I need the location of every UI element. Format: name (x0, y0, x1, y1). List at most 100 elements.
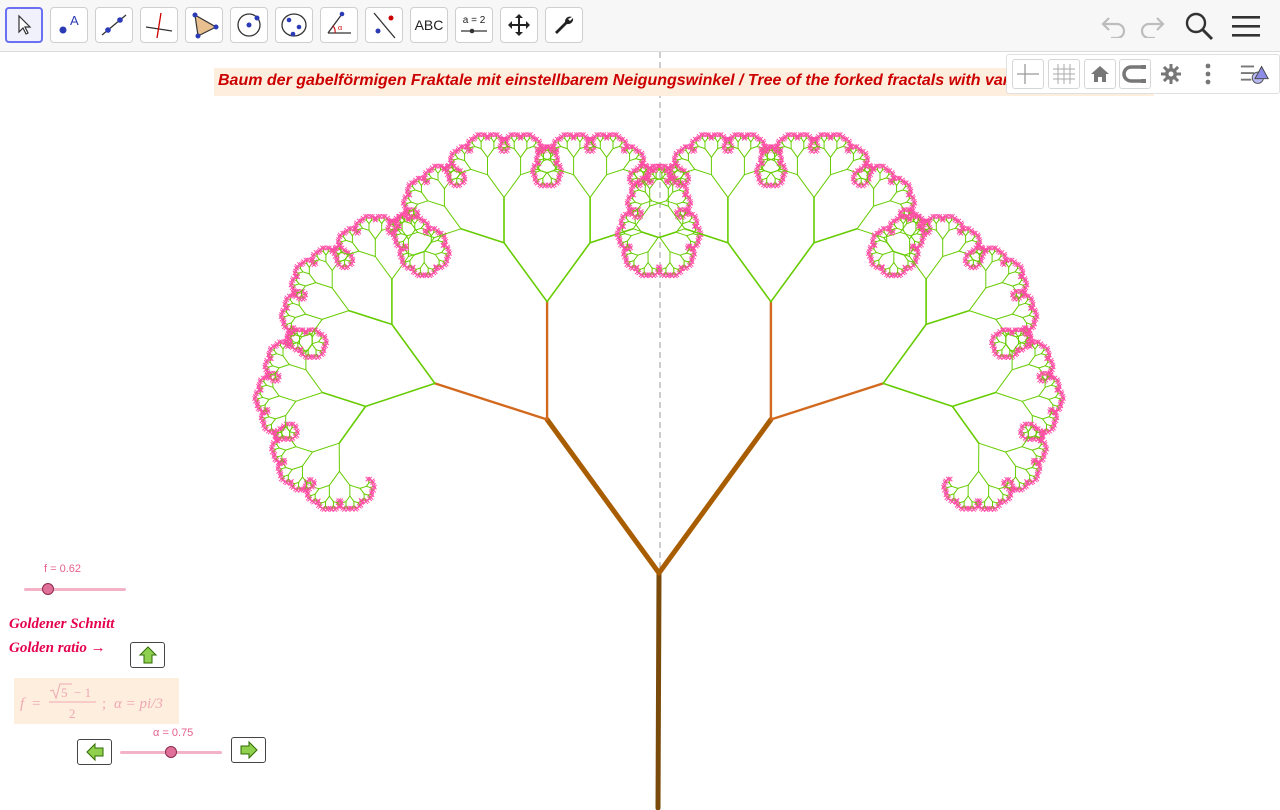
tree-branch (896, 189, 904, 193)
polygon-tool-button[interactable] (185, 7, 223, 43)
tree-branch (659, 237, 671, 253)
tree-branch (294, 481, 300, 485)
tree-branch (414, 219, 418, 225)
tree-branch (790, 138, 794, 143)
tree-branch (304, 282, 317, 287)
tree-branch (597, 138, 601, 143)
tree-branch (268, 416, 276, 420)
tree-branch (735, 138, 739, 143)
tree-branch (511, 138, 515, 143)
tree-branch (958, 241, 967, 252)
perpendicular-tool-button[interactable] (140, 7, 178, 43)
move-graphics-icon (508, 14, 530, 36)
tree-branch (345, 239, 353, 243)
tree-branch (340, 259, 346, 262)
conic-tool-button[interactable] (275, 7, 313, 43)
circle-tool-button[interactable] (230, 7, 268, 43)
text-tool-button[interactable]: ABC (410, 7, 448, 43)
tree-branch (524, 138, 528, 143)
tree-branch (856, 205, 875, 230)
tree-branch (710, 174, 729, 198)
tree-branch (624, 221, 630, 224)
tree-branch (364, 382, 436, 408)
tree-branch (319, 259, 327, 263)
tree-branch (675, 231, 688, 237)
tree-branch (487, 148, 495, 158)
tree-branch (623, 240, 628, 243)
tree-branch (872, 252, 877, 255)
tree-branch (704, 138, 708, 143)
tree-branch (625, 217, 630, 222)
reflect-tool-button[interactable] (365, 7, 403, 43)
tree-branch (349, 495, 355, 502)
tree-branch (278, 364, 290, 369)
tree-branch (413, 251, 425, 256)
tree-branch (710, 148, 719, 158)
move-tool-button[interactable] (5, 7, 43, 43)
tree-branch (415, 267, 421, 270)
tree-branch (403, 252, 408, 255)
tree-branch (769, 382, 885, 421)
slider-tool-button[interactable]: a = 2 (455, 7, 493, 43)
angle-icon: α (327, 11, 351, 34)
tree-branch (274, 415, 287, 420)
tree-branch (321, 391, 367, 408)
tree-branch (682, 221, 690, 225)
slider-tool-label: a = 2 (462, 15, 486, 26)
tree-branch (679, 254, 685, 262)
tree-branch (651, 177, 656, 180)
point-icon: A (59, 13, 79, 34)
tree-branch (649, 200, 667, 207)
tree-branch (641, 231, 659, 239)
tree-branch (406, 201, 412, 204)
tree-branch (702, 138, 706, 143)
tree-branch (910, 252, 915, 255)
tree-branch (677, 158, 683, 161)
move-view-tool-button[interactable] (500, 7, 538, 43)
tree-branch (638, 189, 646, 193)
tree-branch (896, 181, 900, 186)
tree-branch (553, 170, 559, 173)
tree-branch (337, 252, 343, 255)
tree-branch (935, 229, 944, 240)
tree-branch (318, 484, 330, 490)
tree-branch (610, 138, 614, 143)
tree-branch (295, 392, 323, 402)
tools-button[interactable] (545, 7, 583, 43)
tree-branch (842, 142, 847, 147)
graphics-view[interactable] (0, 52, 1280, 810)
tree-branch (630, 231, 643, 237)
tree-branch (490, 138, 495, 143)
tree-branch (318, 341, 324, 344)
tree-branch (681, 158, 689, 162)
tree-branch (427, 267, 433, 270)
tree-branch (470, 146, 476, 149)
tree-branch (311, 341, 320, 345)
tree-branch (268, 365, 274, 368)
tree-branch (301, 451, 313, 467)
search-button[interactable] (1182, 8, 1216, 44)
tree-branch (424, 250, 436, 255)
tree-branch (781, 142, 786, 147)
tree-branch (892, 227, 898, 231)
tree-branch (434, 254, 440, 261)
tree-branch (264, 416, 270, 419)
tree-branch (935, 219, 940, 225)
tree-branch (289, 299, 294, 304)
text-icon: ABC (414, 17, 444, 33)
angle-tool-button[interactable]: α (320, 7, 358, 43)
tree-branch (471, 142, 476, 147)
tree-branch (513, 148, 522, 158)
undo-button[interactable] (1098, 8, 1130, 44)
wrench-icon (555, 16, 574, 34)
tree-branch (306, 263, 310, 268)
tree-branch (727, 241, 772, 303)
tree-branch (694, 146, 700, 149)
main-menu-button[interactable] (1228, 8, 1264, 44)
tree-branch (532, 142, 537, 147)
tree-branch (280, 345, 284, 350)
redo-button[interactable] (1136, 8, 1168, 44)
tree-branch (577, 138, 581, 143)
line-tool-button[interactable] (95, 7, 133, 43)
point-tool-button[interactable]: A (50, 7, 88, 43)
